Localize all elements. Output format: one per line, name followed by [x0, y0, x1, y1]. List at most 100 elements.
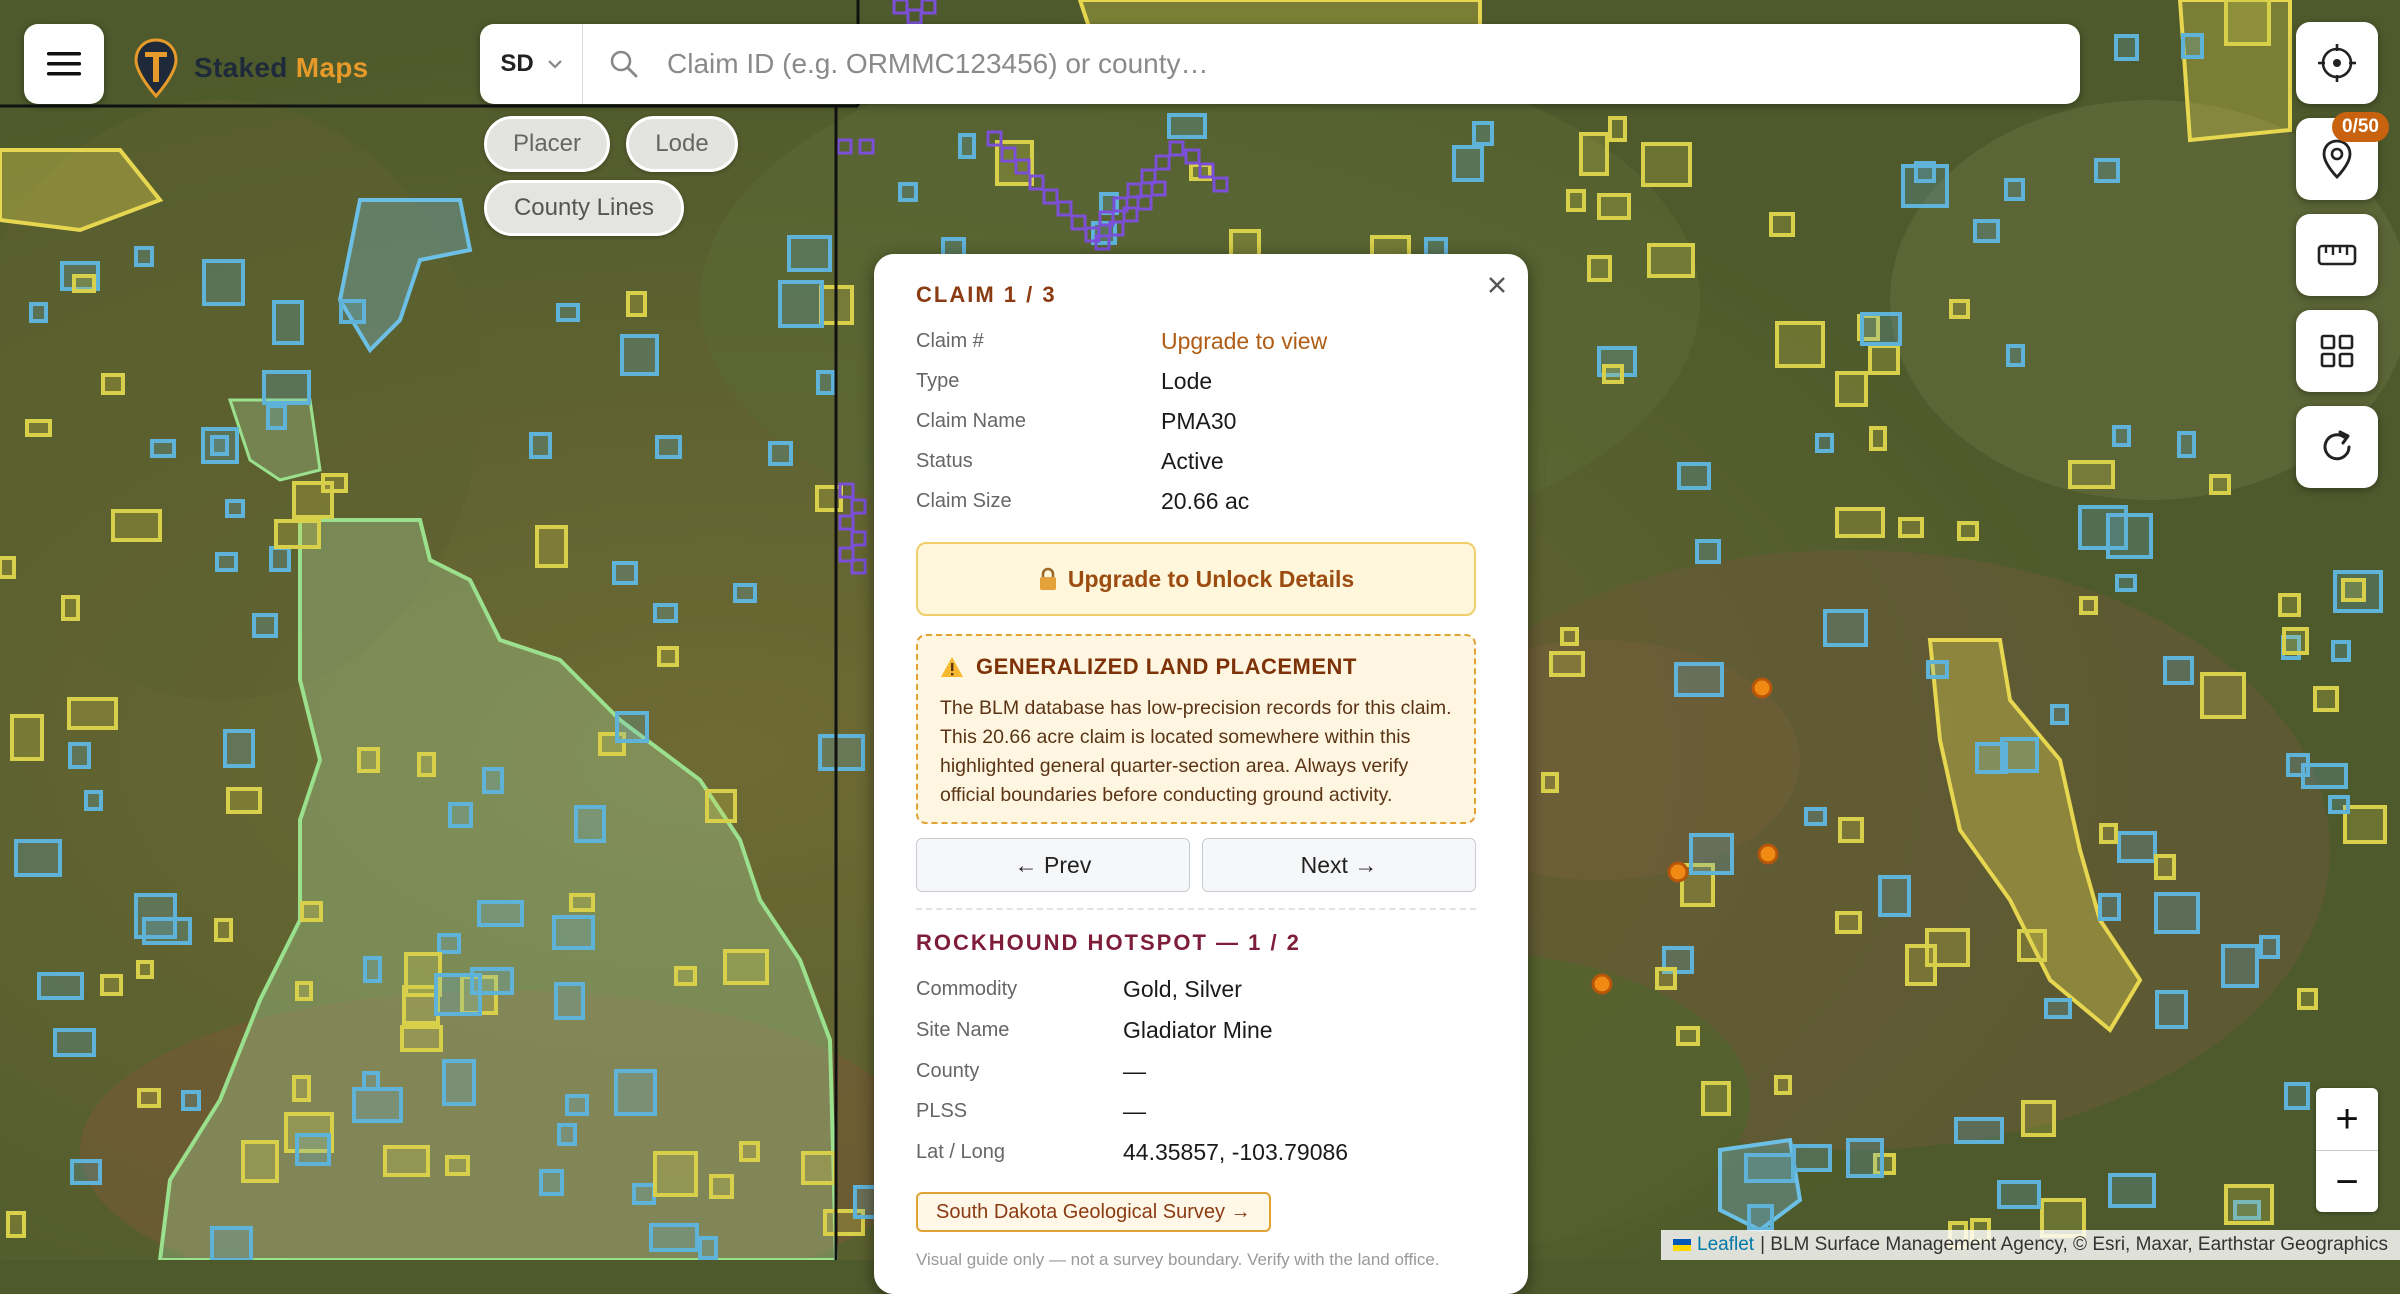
lode-claim-parcel[interactable]	[2094, 158, 2120, 183]
placer-claim-parcel[interactable]	[10, 714, 44, 761]
placer-claim-parcel[interactable]	[1838, 817, 1864, 843]
placer-claim-parcel[interactable]	[100, 974, 123, 996]
placer-claim-parcel[interactable]	[709, 1174, 734, 1199]
placer-claim-parcel[interactable]	[321, 473, 348, 493]
placer-claim-parcel[interactable]	[2021, 1100, 2056, 1137]
lode-claim-parcel[interactable]	[215, 552, 238, 572]
placer-claim-parcel[interactable]	[1835, 911, 1862, 934]
lode-claim-parcel[interactable]	[653, 603, 678, 623]
lode-claim-parcel[interactable]	[134, 246, 154, 267]
placer-claim-parcel[interactable]	[274, 519, 321, 549]
lode-claim-parcel[interactable]	[1804, 807, 1827, 826]
placer-claim-parcel[interactable]	[2079, 596, 2098, 615]
leaflet-link[interactable]: Leaflet	[1697, 1234, 1754, 1256]
placer-claim-parcel[interactable]	[1676, 1026, 1700, 1046]
placer-claim-parcel[interactable]	[1541, 772, 1559, 793]
lode-claim-parcel[interactable]	[1167, 113, 1207, 139]
lode-claim-parcel[interactable]	[266, 404, 287, 430]
placer-claim-parcel[interactable]	[61, 595, 80, 621]
placer-claim-parcel[interactable]	[357, 747, 380, 773]
lode-claim-parcel[interactable]	[778, 280, 824, 328]
placer-claim-parcel[interactable]	[1641, 142, 1692, 187]
placer-claim-parcel[interactable]	[1869, 426, 1887, 451]
placer-claim-parcel[interactable]	[705, 789, 737, 823]
lode-claim-parcel[interactable]	[70, 1159, 102, 1185]
lode-claim-parcel[interactable]	[1997, 1180, 2041, 1209]
lode-claim-parcel[interactable]	[2098, 893, 2121, 921]
placer-claim-parcel[interactable]	[136, 960, 154, 979]
placer-claim-parcel[interactable]	[0, 556, 16, 579]
placer-claim-parcel[interactable]	[292, 1075, 311, 1102]
lode-claim-parcel[interactable]	[2004, 178, 2025, 201]
lode-claim-parcel[interactable]	[363, 956, 382, 983]
lode-claim-parcel[interactable]	[554, 982, 585, 1020]
zoom-in-button[interactable]: +	[2316, 1088, 2378, 1151]
lode-claim-parcel[interactable]	[898, 182, 918, 202]
lode-claim-parcel[interactable]	[210, 1226, 253, 1260]
measure-button[interactable]	[2296, 214, 2378, 296]
lode-claim-parcel[interactable]	[2155, 990, 2188, 1029]
filter-chip-lode[interactable]: Lode	[626, 116, 738, 172]
lode-claim-parcel[interactable]	[620, 334, 659, 376]
lode-claim-parcel[interactable]	[1747, 1204, 1774, 1231]
placer-claim-parcel[interactable]	[1579, 132, 1609, 176]
lode-claim-parcel[interactable]	[150, 439, 176, 458]
placer-claim-parcel[interactable]	[1769, 212, 1795, 237]
placer-claim-parcel[interactable]	[1597, 193, 1631, 220]
lode-claim-parcel[interactable]	[448, 802, 473, 828]
placer-claim-parcel[interactable]	[1647, 243, 1695, 278]
lode-claim-parcel[interactable]	[2259, 935, 2280, 959]
lode-claim-parcel[interactable]	[1674, 662, 1724, 697]
lode-claim-parcel[interactable]	[2108, 1173, 2156, 1208]
lode-claim-parcel[interactable]	[272, 300, 304, 345]
placer-claim-parcel[interactable]	[2313, 686, 2339, 712]
placer-claim-parcel[interactable]	[417, 752, 436, 777]
lode-claim-parcel[interactable]	[1860, 312, 1902, 346]
placer-claim-parcel[interactable]	[1701, 1081, 1731, 1116]
lode-claim-parcel[interactable]	[262, 370, 311, 405]
lode-claim-parcel[interactable]	[565, 1094, 589, 1116]
lode-claim-parcel[interactable]	[1973, 219, 2000, 243]
placer-claim-parcel[interactable]	[801, 1151, 837, 1185]
lode-claim-parcel[interactable]	[552, 915, 595, 950]
placer-claim-parcel[interactable]	[1957, 521, 1979, 541]
lode-claim-parcel[interactable]	[2117, 831, 2157, 863]
lode-claim-parcel[interactable]	[1914, 161, 1936, 183]
lode-claim-parcel[interactable]	[223, 729, 255, 768]
lode-claim-parcel[interactable]	[818, 734, 865, 771]
placer-claim-parcel[interactable]	[1905, 944, 1937, 986]
lode-claim-parcel[interactable]	[134, 893, 177, 939]
placer-claim-parcel[interactable]	[1566, 189, 1586, 212]
close-button[interactable]	[1480, 268, 1514, 302]
placer-claim-parcel[interactable]	[25, 419, 52, 437]
placer-claim-parcel[interactable]	[2068, 460, 2115, 489]
lode-claim-parcel[interactable]	[442, 1059, 476, 1106]
lode-claim-parcel[interactable]	[37, 972, 84, 1000]
placer-claim-parcel[interactable]	[2154, 854, 2176, 880]
placer-claim-parcel[interactable]	[445, 1155, 470, 1176]
lode-claim-parcel[interactable]	[470, 967, 514, 995]
placer-claim-parcel[interactable]	[2200, 672, 2246, 719]
placer-claim-parcel[interactable]	[2343, 805, 2387, 844]
lode-claim-parcel[interactable]	[632, 1183, 656, 1205]
placer-claim-parcel[interactable]	[300, 901, 323, 922]
lode-claim-parcel[interactable]	[477, 900, 524, 927]
placer-claim-parcel[interactable]	[2099, 823, 2118, 844]
placer-claim-parcel[interactable]	[111, 509, 162, 542]
placer-claim-parcel[interactable]	[1775, 321, 1825, 368]
lode-claim-parcel[interactable]	[557, 1123, 577, 1146]
lode-claim-parcel[interactable]	[225, 499, 245, 518]
filter-chip-placer[interactable]: Placer	[484, 116, 610, 172]
lode-claim-parcel[interactable]	[2154, 892, 2200, 934]
lode-claim-parcel[interactable]	[2044, 998, 2072, 1019]
placer-claim-parcel[interactable]	[1898, 517, 1924, 538]
lode-claim-parcel[interactable]	[2112, 425, 2131, 447]
lode-claim-parcel[interactable]	[269, 546, 291, 572]
placer-claim-parcel[interactable]	[657, 646, 679, 667]
lode-claim-parcel[interactable]	[362, 1071, 380, 1091]
lode-claim-parcel[interactable]	[958, 133, 976, 159]
placer-claim-parcel[interactable]	[101, 373, 125, 395]
placer-claim-parcel[interactable]	[1549, 651, 1585, 677]
lode-claim-parcel[interactable]	[556, 303, 580, 322]
lode-claim-parcel[interactable]	[1689, 833, 1734, 875]
